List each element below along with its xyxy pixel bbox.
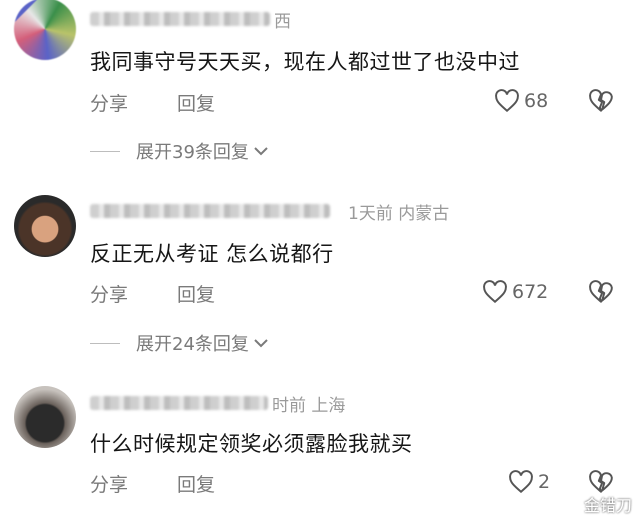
broken-heart-icon[interactable] <box>588 280 614 304</box>
share-button[interactable]: 分享 <box>90 89 128 116</box>
heart-outline-icon <box>483 280 507 304</box>
chevron-down-icon <box>254 339 268 348</box>
avatar[interactable] <box>14 195 76 257</box>
avatar[interactable] <box>14 386 76 448</box>
share-button[interactable]: 分享 <box>90 470 128 497</box>
divider-line <box>90 150 120 152</box>
like-count: 2 <box>538 471 551 493</box>
chevron-down-icon <box>254 147 268 156</box>
comment-actions: 分享 回复 68 <box>90 89 640 117</box>
comment-text: 我同事守号天天买，现在人都过世了也没中过 <box>90 50 520 74</box>
comment-text: 什么时候规定领奖必须露脸我就买 <box>90 432 413 456</box>
weibo-logo-icon <box>558 496 579 513</box>
expand-replies-label: 展开24条回复 <box>136 334 249 355</box>
like-count: 68 <box>524 90 549 112</box>
broken-heart-icon[interactable] <box>588 89 614 113</box>
comment-header: 1天前 内蒙古 <box>90 200 450 224</box>
expand-replies-label: 展开39条回复 <box>136 142 249 163</box>
comment-header: 西 <box>90 8 291 32</box>
username-blurred[interactable] <box>90 12 270 26</box>
reply-button[interactable]: 回复 <box>177 470 215 497</box>
like-button[interactable]: 68 <box>494 89 548 113</box>
watermark: 金错刀 <box>558 492 632 516</box>
heart-outline-icon <box>509 470 533 494</box>
like-count: 672 <box>512 281 549 303</box>
avatar[interactable] <box>14 0 76 60</box>
comment-actions: 分享 回复 672 <box>90 280 640 308</box>
reply-button[interactable]: 回复 <box>177 89 215 116</box>
comment-meta: 西 <box>274 11 291 32</box>
comment-meta: 时前 上海 <box>272 395 346 416</box>
expand-replies-button[interactable]: 展开24条回复 <box>90 330 269 356</box>
heart-outline-icon <box>495 89 519 113</box>
username-blurred[interactable] <box>90 396 268 410</box>
reply-button[interactable]: 回复 <box>177 280 215 307</box>
comment-meta: 1天前 内蒙古 <box>348 203 450 224</box>
like-button[interactable]: 672 <box>482 280 548 304</box>
broken-heart-icon[interactable] <box>588 470 614 494</box>
comment-text: 反正无从考证 怎么说都行 <box>90 242 334 266</box>
expand-replies-button[interactable]: 展开39条回复 <box>90 138 269 164</box>
share-button[interactable]: 分享 <box>90 280 128 307</box>
divider-line <box>90 342 120 344</box>
watermark-text: 金错刀 <box>583 496 632 515</box>
comment-header: 时前 上海 <box>90 392 346 416</box>
username-blurred[interactable] <box>90 204 330 218</box>
like-button[interactable]: 2 <box>508 470 550 494</box>
